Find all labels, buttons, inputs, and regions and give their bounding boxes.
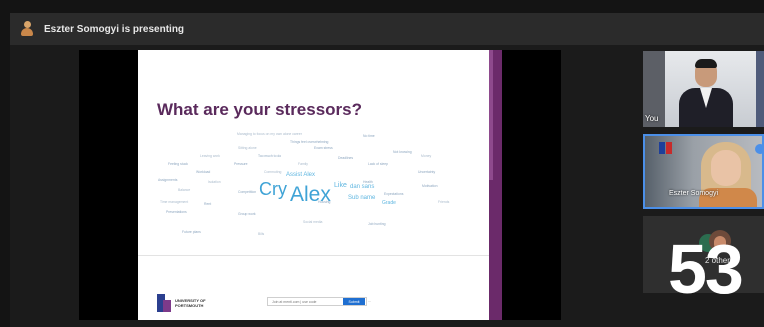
word-cloud-small-word: Motivation bbox=[422, 184, 438, 188]
word-cloud-small-word: Job hunting bbox=[368, 222, 386, 226]
word-cloud-small-word: Time management bbox=[160, 200, 189, 204]
participant-tile-presenter[interactable]: Eszter Somogyi bbox=[643, 134, 764, 209]
word-cloud-medium-word: Grade bbox=[382, 200, 396, 206]
word-cloud-medium-word: Assist Alex bbox=[286, 172, 316, 178]
participant-count-overlay: 53 bbox=[668, 230, 744, 308]
word-cloud-small-word: No time bbox=[363, 134, 375, 138]
word-cloud-small-word: Not knowing bbox=[393, 150, 412, 154]
word-cloud-small-word: Leaving work bbox=[200, 154, 220, 158]
word-cloud-small-word: Things feel overwhelming bbox=[290, 140, 329, 144]
word-cloud-medium-word: Like bbox=[334, 182, 347, 189]
word-cloud-small-word: Expectations bbox=[384, 192, 404, 196]
participant-name-presenter: Eszter Somogyi bbox=[669, 190, 719, 197]
word-cloud-small-word: Sitting alone bbox=[238, 146, 257, 150]
word-cloud-small-word: Social media bbox=[303, 220, 323, 224]
word-cloud-small-word: Managing to focus on my own alone career bbox=[237, 132, 302, 136]
word-cloud-small-word: Assignments bbox=[158, 178, 178, 182]
word-cloud-small-word: Pressure bbox=[234, 162, 248, 166]
word-cloud-small-word: Workload bbox=[196, 170, 211, 174]
word-cloud-small-word: Bills bbox=[258, 232, 265, 236]
word-cloud-medium-word: Sub name bbox=[348, 195, 376, 201]
word-cloud-large-word: Cry bbox=[259, 179, 287, 199]
word-cloud-small-word: Uncertainty bbox=[418, 170, 436, 174]
shared-slide: What are your stressors? Managing to foc… bbox=[138, 50, 502, 320]
word-cloud-small-word: Presentations bbox=[166, 210, 187, 214]
presentation-banner: Eszter Somogyi is presenting bbox=[10, 13, 764, 45]
slide-divider bbox=[138, 255, 489, 256]
word-cloud-medium-word: dan sans bbox=[350, 184, 375, 190]
word-cloud-small-word: Competition bbox=[238, 190, 257, 194]
presenter-avatar-icon bbox=[20, 21, 34, 37]
word-cloud-small-word: Family bbox=[298, 162, 308, 166]
presenting-status-text: Eszter Somogyi is presenting bbox=[44, 23, 185, 35]
university-logo-mark bbox=[157, 294, 171, 312]
word-cloud-small-word: Balance bbox=[178, 188, 191, 192]
word-cloud-small-word: Money bbox=[421, 154, 432, 158]
word-cloud-large-word: Alex bbox=[290, 183, 331, 206]
meeting-window: Eszter Somogyi is presenting What are yo… bbox=[0, 0, 764, 327]
speaking-indicator-icon bbox=[755, 144, 762, 154]
university-logo: UNIVERSITY OF PORTSMOUTH bbox=[157, 294, 206, 312]
response-extra: ... bbox=[368, 299, 371, 303]
word-cloud-small-word: Isolation bbox=[208, 180, 221, 184]
submit-button[interactable]: Submit bbox=[343, 298, 365, 305]
response-input-placeholder: Join at menti.com | use code bbox=[272, 299, 317, 304]
participant-tile-you[interactable]: You bbox=[643, 51, 764, 127]
word-cloud-small-word: Deadlines bbox=[338, 156, 354, 160]
word-cloud-small-word: Feeling stuck bbox=[168, 162, 188, 166]
word-cloud-small-word: Future plans bbox=[182, 230, 201, 234]
word-cloud-small-word: Commuting bbox=[264, 170, 282, 174]
word-cloud-small-word: Exam stress bbox=[314, 146, 333, 150]
logo-line-2: PORTSMOUTH bbox=[175, 303, 204, 308]
word-cloud-small-word: Too much to do bbox=[258, 154, 282, 158]
response-input[interactable]: Join at menti.com | use code Submit bbox=[267, 297, 367, 306]
word-cloud: Managing to focus on my own alone career… bbox=[138, 50, 502, 320]
participant-name-you: You bbox=[645, 114, 659, 123]
word-cloud-small-word: Rent bbox=[204, 202, 212, 206]
word-cloud-small-word: Friends bbox=[438, 200, 450, 204]
word-cloud-small-word: Group work bbox=[238, 212, 256, 216]
word-cloud-small-word: Lack of sleep bbox=[368, 162, 388, 166]
